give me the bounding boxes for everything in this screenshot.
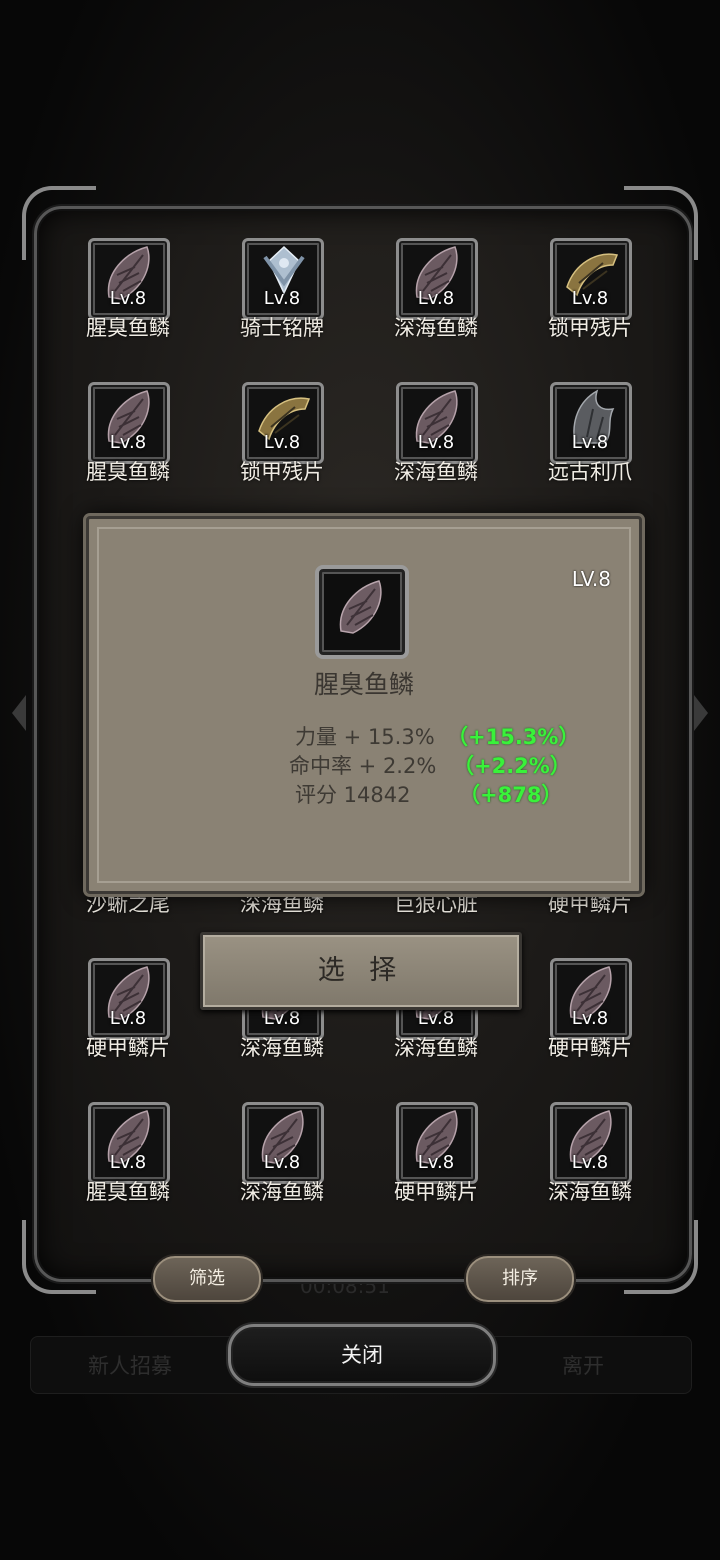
item-level: Lv.8 bbox=[417, 288, 455, 309]
inventory-item[interactable]: Lv.8 深海鱼鳞 bbox=[376, 382, 496, 484]
item-name: 硬甲鳞片 bbox=[548, 1036, 632, 1060]
item-name: 骑士铭牌 bbox=[240, 316, 324, 340]
popup-item-name: 腥臭鱼鳞 bbox=[313, 670, 414, 699]
item-name: 锁甲残片 bbox=[548, 316, 632, 340]
item-level: Lv.8 bbox=[417, 1152, 455, 1173]
close-button[interactable]: 关闭 bbox=[228, 1324, 496, 1386]
inventory-item[interactable]: Lv.8 腥臭鱼鳞 bbox=[68, 382, 188, 484]
item-name: 锁甲残片 bbox=[240, 460, 324, 484]
item-level: Lv.8 bbox=[417, 432, 455, 453]
inventory-item[interactable]: Lv.8 硬甲鳞片 bbox=[530, 958, 650, 1060]
item-name: 深海鱼鳞 bbox=[548, 1180, 632, 1204]
item-level: Lv.8 bbox=[571, 1152, 609, 1173]
item-name: 硬甲鳞片 bbox=[394, 1180, 478, 1204]
ornament-corner bbox=[22, 1220, 96, 1294]
inventory-item[interactable]: Lv.8 深海鱼鳞 bbox=[222, 1102, 342, 1204]
item-name: 深海鱼鳞 bbox=[394, 1036, 478, 1060]
item-name: 深海鱼鳞 bbox=[240, 1180, 324, 1204]
item-level: Lv.8 bbox=[571, 288, 609, 309]
item-name: 远古利爪 bbox=[548, 460, 632, 484]
item-detail-popup: LV.8 腥臭鱼鳞 力量 + 15.3% （+15.3%） 命中率 + 2.2%… bbox=[86, 516, 642, 894]
inventory-item[interactable]: Lv.8 硬甲鳞片 bbox=[68, 958, 188, 1060]
stat-accuracy: 命中率 + 2.2% bbox=[289, 754, 437, 778]
popup-level: LV.8 bbox=[571, 567, 611, 591]
leave-label: 离开 bbox=[562, 1354, 604, 1378]
item-name: 深海鱼鳞 bbox=[240, 1036, 324, 1060]
inventory-item[interactable]: Lv.8 深海鱼鳞 bbox=[530, 1102, 650, 1204]
sort-button[interactable]: 排序 bbox=[466, 1256, 574, 1302]
item-level: Lv.8 bbox=[109, 288, 147, 309]
inventory-item[interactable]: Lv.8 深海鱼鳞 bbox=[376, 238, 496, 340]
item-level: Lv.8 bbox=[417, 1008, 455, 1029]
item-level: Lv.8 bbox=[263, 1152, 301, 1173]
fish-scale-icon bbox=[339, 580, 382, 634]
item-name: 深海鱼鳞 bbox=[394, 460, 478, 484]
item-name: 深海鱼鳞 bbox=[394, 316, 478, 340]
item-level: Lv.8 bbox=[263, 1008, 301, 1029]
item-name: 硬甲鳞片 bbox=[86, 1036, 170, 1060]
select-button[interactable]: 选 择 bbox=[200, 932, 522, 1010]
right-arrow-icon[interactable] bbox=[694, 695, 708, 731]
inventory-item[interactable]: Lv.8 锁甲残片 bbox=[222, 382, 342, 484]
item-name: 腥臭鱼鳞 bbox=[86, 460, 170, 484]
popup-item-slot bbox=[315, 565, 409, 659]
item-level: Lv.8 bbox=[109, 1008, 147, 1029]
item-level: Lv.8 bbox=[263, 288, 301, 309]
item-level: Lv.8 bbox=[263, 432, 301, 453]
stat-strength: 力量 + 15.3% bbox=[295, 725, 435, 749]
inventory-item[interactable]: Lv.8 远古利爪 bbox=[530, 382, 650, 484]
item-name: 腥臭鱼鳞 bbox=[86, 316, 170, 340]
inventory-item[interactable]: Lv.8 硬甲鳞片 bbox=[376, 1102, 496, 1204]
item-level: Lv.8 bbox=[571, 1008, 609, 1029]
inventory-item[interactable]: Lv.8 骑士铭牌 bbox=[222, 238, 342, 340]
bonus-score: （+878） bbox=[459, 783, 563, 807]
bonus-strength: （+15.3%） bbox=[447, 725, 580, 749]
filter-button[interactable]: 筛选 bbox=[153, 1256, 261, 1302]
left-arrow-icon[interactable] bbox=[12, 695, 26, 731]
recruit-label: 新人招募 bbox=[88, 1354, 172, 1378]
item-name: 腥臭鱼鳞 bbox=[86, 1180, 170, 1204]
bonus-accuracy: （+2.2%） bbox=[453, 754, 571, 778]
ornament-corner bbox=[624, 1220, 698, 1294]
inventory-item[interactable]: Lv.8 腥臭鱼鳞 bbox=[68, 238, 188, 340]
item-level: Lv.8 bbox=[571, 432, 609, 453]
item-level: Lv.8 bbox=[109, 1152, 147, 1173]
inventory-item[interactable]: Lv.8 腥臭鱼鳞 bbox=[68, 1102, 188, 1204]
inventory-item[interactable]: Lv.8 锁甲残片 bbox=[530, 238, 650, 340]
item-level: Lv.8 bbox=[109, 432, 147, 453]
stat-score: 评分 14842 bbox=[295, 783, 411, 807]
